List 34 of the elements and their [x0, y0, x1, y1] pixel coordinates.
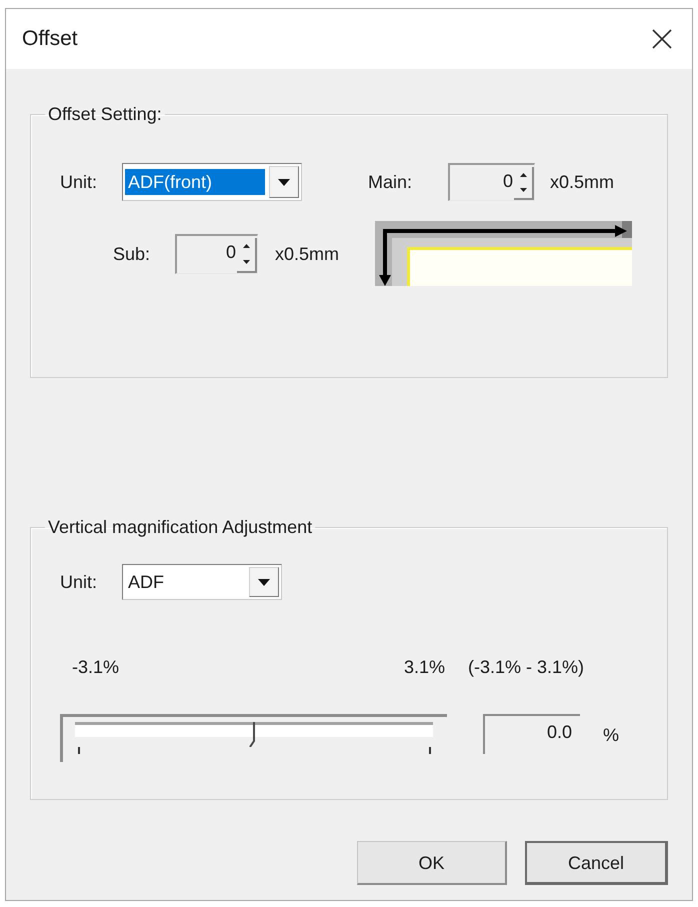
group-title: Vertical magnification Adjustment [47, 517, 314, 537]
tick-mark-icon [429, 747, 431, 754]
range-label: (-3.1% - 3.1%) [468, 657, 584, 677]
dialog-button[interactable]: Cancel [525, 841, 668, 885]
close-icon[interactable] [652, 29, 672, 49]
spin-down-icon[interactable] [242, 260, 250, 264]
spin-down-icon[interactable] [520, 188, 526, 192]
slider-thumb[interactable] [249, 722, 256, 747]
slider-track[interactable] [75, 722, 433, 744]
spin-field[interactable]: 0 [448, 163, 535, 201]
spin-field[interactable]: 0 [175, 234, 258, 274]
unit-label: % [603, 724, 620, 746]
unit-dropdown[interactable]: ADF [122, 564, 282, 600]
dropdown-arrow-button[interactable] [269, 166, 299, 198]
caret-down-icon [258, 578, 270, 586]
value-field[interactable]: 0.0 [483, 714, 580, 754]
spin-up-icon[interactable] [242, 244, 250, 248]
field-label: Unit: [60, 171, 98, 193]
min-label: -3.1% [72, 657, 120, 677]
spin-up-icon[interactable] [520, 172, 526, 177]
tick-mark-icon [78, 747, 80, 754]
field-label: Unit: [60, 571, 98, 593]
group-title: Offset Setting: [47, 104, 163, 124]
max-label: 3.1% [404, 657, 445, 677]
caret-down-icon [278, 178, 290, 186]
dropdown-arrow-button[interactable] [249, 567, 279, 597]
unit-label: x0.5mm [550, 171, 614, 193]
unit-dropdown[interactable]: ADF(front) [122, 163, 302, 201]
window-title: Offset [22, 26, 78, 52]
field-label: Sub: [113, 242, 152, 264]
dialog-button[interactable]: OK [357, 841, 507, 885]
unit-label: x0.5mm [275, 242, 340, 264]
slider[interactable] [60, 714, 447, 762]
field-label: Main: [368, 171, 414, 193]
